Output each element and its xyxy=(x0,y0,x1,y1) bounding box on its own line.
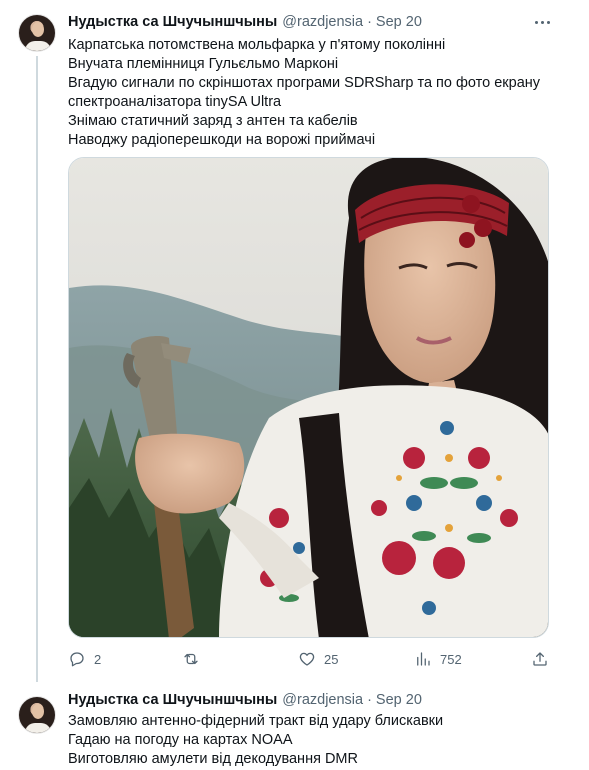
tweet-timestamp[interactable]: Sep 20 xyxy=(376,14,422,30)
more-icon[interactable] xyxy=(531,12,553,32)
like-count: 25 xyxy=(324,651,339,667)
tweet-text-line: Знімаю статичний заряд з антен та кабелі… xyxy=(68,113,358,129)
tweet-text: Замовляю антенно-фідерний тракт від удар… xyxy=(68,712,568,769)
separator-dot: · xyxy=(367,692,372,708)
tweet-text-line: спектроаналізатора tinySA Ultra xyxy=(68,94,282,110)
heart-icon xyxy=(299,652,315,666)
photo-woman-embroidered-blouse-holding-axe-mountains xyxy=(69,158,548,637)
reply-button[interactable]: 2 xyxy=(68,649,101,669)
tweet-text-line: Гадаю на погоду на картах NOAA xyxy=(68,732,293,748)
tweet-text-line: Замовляю антенно-фідерний тракт від удар… xyxy=(68,713,444,729)
view-count: 752 xyxy=(440,651,462,667)
avatar[interactable] xyxy=(18,14,56,52)
thread-connector-line xyxy=(36,56,38,682)
share-icon xyxy=(533,652,547,666)
tweet-text-line: Вгадую сигнали по скріншотах програми SD… xyxy=(68,75,541,91)
tweet-header: Нудыстка са Шчучыншчыны @razdjensia · Se… xyxy=(68,12,422,32)
tweet-photo[interactable] xyxy=(68,157,549,638)
tweet-text-line: Виготовляю амулети від декодування DMR xyxy=(68,751,358,767)
tweet-text: Карпатська потомствена мольфарка у п'ято… xyxy=(68,36,568,150)
tweet[interactable]: Нудыстка са Шчучыншчыны @razdjensia · Se… xyxy=(0,0,589,682)
tweet-timestamp[interactable]: Sep 20 xyxy=(376,692,422,708)
author-name[interactable]: Нудыстка са Шчучыншчыны xyxy=(68,692,277,708)
like-button[interactable]: 25 xyxy=(298,649,338,669)
author-name[interactable]: Нудыстка са Шчучыншчыны xyxy=(68,14,277,30)
author-handle[interactable]: @razdjensia xyxy=(282,692,363,708)
tweet-header: Нудыстка са Шчучыншчыны @razdjensia · Se… xyxy=(68,690,422,710)
tweet-text-line: Внучата племінниця Гульєльмо Марконі xyxy=(68,56,339,72)
avatar[interactable] xyxy=(18,696,56,734)
tweet-text-line: Карпатська потомствена мольфарка у п'ято… xyxy=(68,37,446,53)
views-button[interactable]: 752 xyxy=(414,649,462,669)
repost-icon xyxy=(184,653,198,665)
repost-button[interactable] xyxy=(182,649,208,669)
share-button[interactable] xyxy=(531,649,549,669)
views-icon xyxy=(417,652,430,666)
reply-count: 2 xyxy=(94,651,102,667)
author-handle[interactable]: @razdjensia xyxy=(282,14,363,30)
reply-icon xyxy=(70,652,84,667)
tweet[interactable]: Нудыстка са Шчучыншчыны @razdjensia · Se… xyxy=(0,680,589,770)
separator-dot: · xyxy=(367,14,372,30)
tweet-actions: 2 25 752 xyxy=(68,649,552,669)
tweet-text-line: Наводжу радіоперешкоди на ворожі приймач… xyxy=(68,132,376,148)
